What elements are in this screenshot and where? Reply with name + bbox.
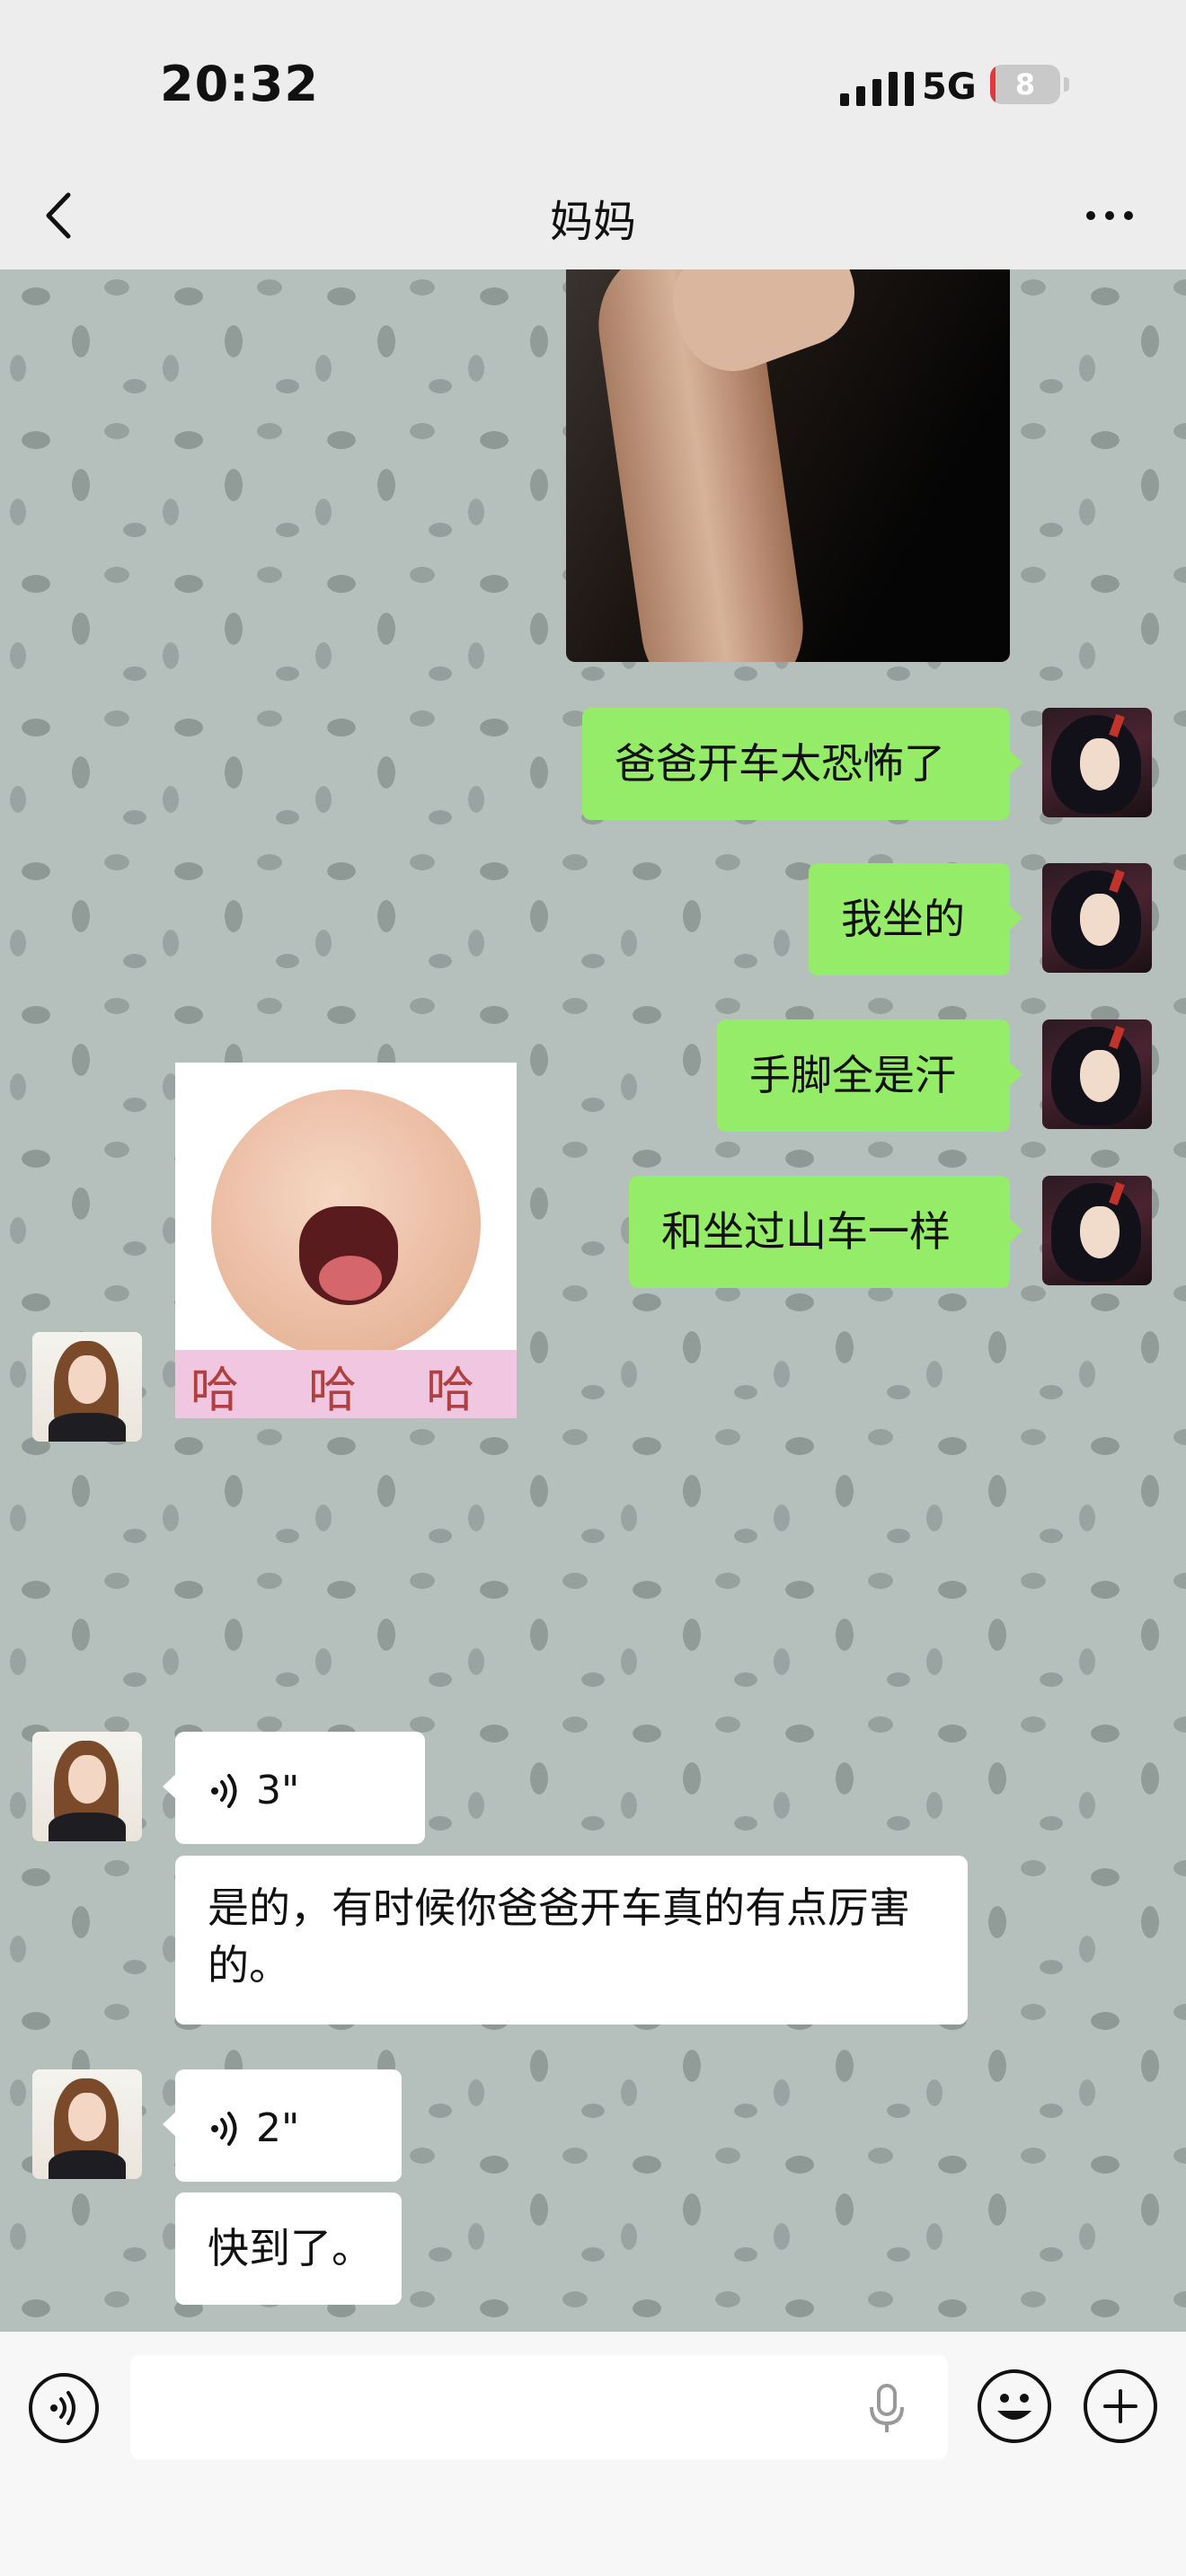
- their-message-bubble[interactable]: 快到了。: [175, 2192, 402, 2305]
- status-time: 20:32: [160, 56, 319, 112]
- my-message-bubble[interactable]: 和坐过山车一样: [629, 1176, 1022, 1288]
- network-type: 5G: [922, 66, 977, 108]
- my-message-bubble[interactable]: 爸爸开车太恐怖了: [582, 708, 1022, 820]
- chat-area[interactable]: 爸爸开车太恐怖了 我坐的 手脚全是汗 和坐过山车一样 哈 哈 哈 3" 是的，有…: [0, 269, 1186, 2332]
- voice-mode-icon[interactable]: [29, 2373, 99, 2443]
- status-bar: 20:32 5G 8: [0, 0, 1186, 166]
- more-dots-icon[interactable]: [1078, 184, 1141, 247]
- my-message-bubble[interactable]: 我坐的: [809, 863, 1022, 975]
- chat-title: 妈妈: [549, 197, 636, 247]
- voice-wave-icon: [211, 1773, 237, 1808]
- my-avatar[interactable]: [1042, 1019, 1152, 1129]
- message-text: 手脚全是汗: [749, 1051, 956, 1099]
- voice-duration: 3": [256, 1768, 300, 1813]
- message-text: 是的，有时候你爸爸开车真的有点厉害的。: [208, 1883, 910, 1989]
- message-text: 快到了。: [208, 2224, 373, 2272]
- laughing-baby-sticker[interactable]: 哈 哈 哈: [175, 1063, 517, 1418]
- voice-wave-icon: [211, 2111, 237, 2146]
- voice-message-bubble[interactable]: 3": [163, 1732, 425, 1844]
- plus-icon[interactable]: [1084, 2369, 1157, 2443]
- my-avatar[interactable]: [1042, 1176, 1152, 1285]
- their-message-bubble[interactable]: 是的，有时候你爸爸开车真的有点厉害的。: [175, 1856, 968, 2025]
- sticker-caption: 哈 哈 哈: [190, 1362, 502, 1418]
- battery-icon: 8: [990, 65, 1069, 106]
- battery-level: 8: [1014, 67, 1036, 101]
- my-avatar[interactable]: [1042, 708, 1152, 817]
- mom-avatar[interactable]: [32, 2069, 142, 2179]
- emoji-icon[interactable]: [978, 2369, 1051, 2443]
- voice-message-bubble[interactable]: 2": [163, 2069, 402, 2182]
- my-message-bubble[interactable]: 手脚全是汗: [717, 1019, 1022, 1132]
- message-text: 我坐的: [841, 895, 965, 943]
- microphone-icon[interactable]: [864, 2382, 909, 2436]
- mom-avatar[interactable]: [32, 1332, 142, 1442]
- chat-header: 妈妈: [0, 166, 1186, 269]
- photo-message[interactable]: [566, 269, 1010, 662]
- message-text: 和坐过山车一样: [661, 1207, 951, 1256]
- message-text: 爸爸开车太恐怖了: [615, 739, 945, 788]
- message-input[interactable]: [130, 2355, 948, 2459]
- mom-avatar[interactable]: [32, 1732, 142, 1841]
- my-avatar[interactable]: [1042, 863, 1152, 973]
- voice-duration: 2": [256, 2105, 300, 2151]
- signal-icon: [840, 72, 914, 106]
- input-bar: [0, 2332, 1186, 2576]
